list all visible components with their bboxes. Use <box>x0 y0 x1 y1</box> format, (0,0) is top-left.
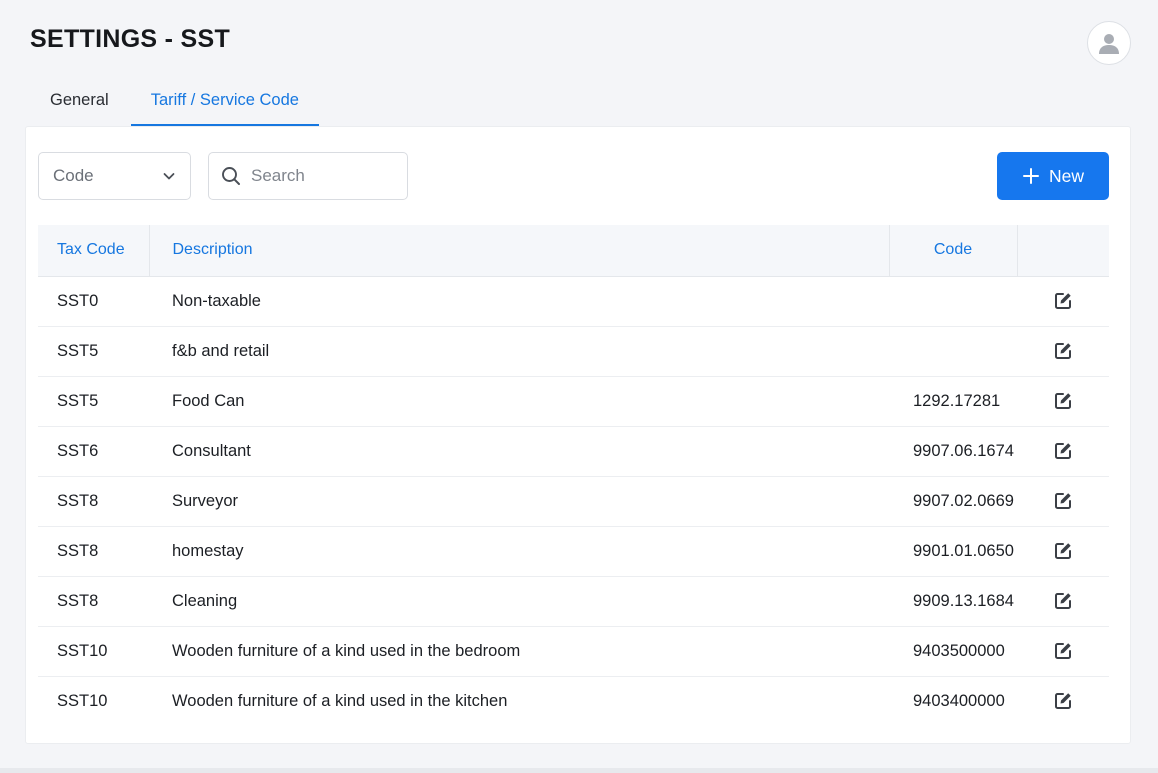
code-cell: 9907.02.0669 <box>889 476 1017 527</box>
table-row[interactable]: SST0 Non-taxable <box>38 276 1109 327</box>
tax-code-cell: SST10 <box>38 626 149 677</box>
search-box <box>208 152 408 200</box>
description-cell: Wooden furniture of a kind used in the b… <box>149 626 889 677</box>
tax-code-cell: SST0 <box>38 276 149 327</box>
plus-icon <box>1022 167 1040 185</box>
chevron-down-icon <box>163 173 175 180</box>
code-cell: 9909.13.1684 <box>889 576 1017 627</box>
column-header-actions <box>1017 225 1109 277</box>
description-cell: homestay <box>149 526 889 577</box>
edit-icon[interactable] <box>1053 691 1073 711</box>
description-cell: Food Can <box>149 376 889 427</box>
tax-code-cell: SST5 <box>38 326 149 377</box>
code-cell: 9403400000 <box>913 691 1005 710</box>
new-button[interactable]: New <box>997 152 1109 200</box>
actions-cell <box>1017 426 1109 477</box>
code-filter-select[interactable]: Code <box>38 152 191 200</box>
tax-code-cell: SST8 <box>38 476 149 527</box>
settings-page: SETTINGS - SST General Tariff / Service … <box>0 0 1158 773</box>
code-filter-value: Code <box>53 166 94 185</box>
tax-code-cell: SST8 <box>38 526 149 577</box>
actions-cell <box>1017 326 1109 377</box>
description-cell: Cleaning <box>149 576 889 627</box>
description-cell: Consultant <box>149 426 889 477</box>
tab-general[interactable]: General <box>30 74 131 126</box>
tax-code-cell: SST8 <box>38 576 149 627</box>
actions-cell <box>1017 526 1109 577</box>
table-row[interactable]: SST5 f&b and retail <box>38 326 1109 377</box>
description-cell: Surveyor <box>149 476 889 527</box>
edit-icon[interactable] <box>1053 441 1073 461</box>
actions-cell <box>1017 476 1109 527</box>
code-cell: 9907.06.1674 <box>889 426 1017 477</box>
actions-cell <box>1017 576 1109 627</box>
edit-icon[interactable] <box>1053 541 1073 561</box>
actions-cell <box>1017 276 1109 327</box>
edit-icon[interactable] <box>1053 641 1073 661</box>
column-header-tax-code[interactable]: Tax Code <box>38 225 150 277</box>
table-row[interactable]: SST8 Cleaning 9909.13.1684 <box>38 576 1109 627</box>
edit-icon[interactable] <box>1053 491 1073 511</box>
code-cell: 9901.01.0650 <box>889 526 1017 577</box>
table-row[interactable]: SST8 homestay 9901.01.0650 <box>38 526 1109 577</box>
page-title: SETTINGS - SST <box>30 25 231 53</box>
tab-bar: General Tariff / Service Code <box>30 74 320 126</box>
edit-icon[interactable] <box>1053 291 1073 311</box>
code-cell: 1292.17281 <box>889 376 1017 427</box>
column-header-code[interactable]: Code <box>889 225 1018 277</box>
actions-cell <box>1017 676 1109 726</box>
content-card: Code New <box>25 126 1131 744</box>
actions-cell <box>1017 626 1109 677</box>
code-cell: 9403500000 <box>889 626 1017 677</box>
description-cell: Wooden furniture of a kind used in the k… <box>172 691 508 710</box>
edit-icon[interactable] <box>1053 341 1073 361</box>
code-cell <box>889 276 1017 327</box>
description-cell: f&b and retail <box>149 326 889 377</box>
actions-cell <box>1017 376 1109 427</box>
column-header-description[interactable]: Description <box>149 225 890 277</box>
search-icon <box>222 167 240 185</box>
table-body: SST0 Non-taxable SST5 f&b and retail SST5 Foo… <box>38 276 1109 726</box>
code-cell <box>889 326 1017 377</box>
page-bottom-border <box>0 768 1158 773</box>
search-input[interactable] <box>251 166 391 186</box>
edit-icon[interactable] <box>1053 591 1073 611</box>
new-button-label: New <box>1048 165 1084 186</box>
tab-tariff-service-code[interactable]: Tariff / Service Code <box>130 74 320 126</box>
tax-code-cell: SST5 <box>38 376 149 427</box>
tax-code-cell: SST10 <box>57 691 108 710</box>
description-cell: Non-taxable <box>149 276 889 327</box>
avatar[interactable] <box>1087 21 1131 65</box>
table-row[interactable]: SST10 Wooden furniture of a kind used in … <box>38 676 1109 726</box>
table-row[interactable]: SST5 Food Can 1292.17281 <box>38 376 1109 427</box>
table-row[interactable]: SST10 Wooden furniture of a kind used in … <box>38 626 1109 677</box>
edit-icon[interactable] <box>1053 391 1073 411</box>
user-icon <box>1099 34 1119 54</box>
table-header-row: Tax Code Description Code <box>38 225 1109 277</box>
table-row[interactable]: SST6 Consultant 9907.06.1674 <box>38 426 1109 477</box>
table-row[interactable]: SST8 Surveyor 9907.02.0669 <box>38 476 1109 527</box>
tax-code-table: Tax Code Description Code SST0 Non-taxabl… <box>38 225 1109 726</box>
tax-code-cell: SST6 <box>38 426 149 477</box>
